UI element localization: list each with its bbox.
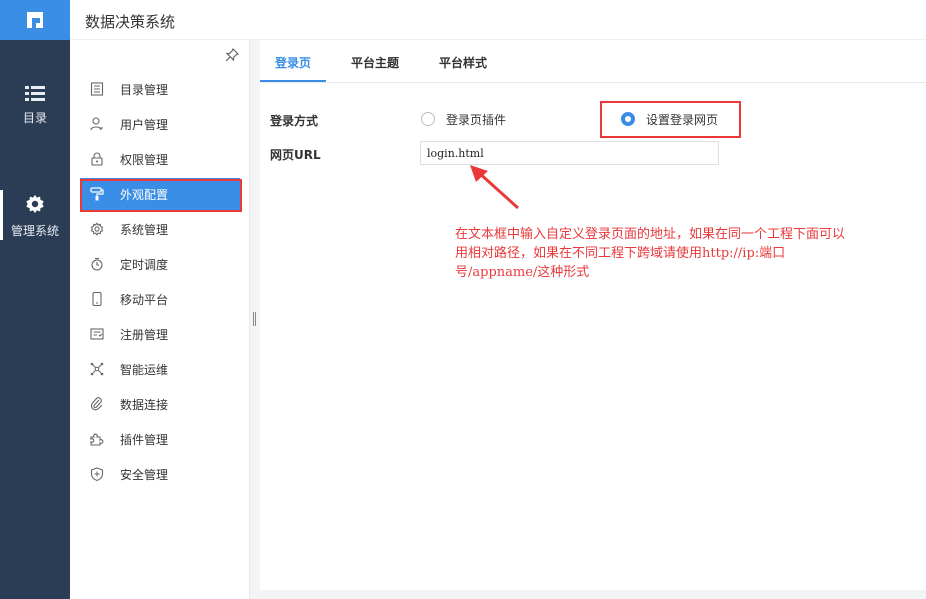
radio-login-plugin-label: 登录页插件 xyxy=(446,113,507,127)
top-bar: 数据决策系统 xyxy=(70,0,926,40)
tab-bar: 登录页 平台主题 平台样式 xyxy=(260,40,926,83)
catalog-icon xyxy=(88,80,106,98)
highlight-box-appearance xyxy=(80,179,242,212)
mobile-icon xyxy=(88,290,106,308)
sidebar-item-permissions[interactable]: 权限管理 xyxy=(80,143,240,175)
sidebar-item-label: 数据连接 xyxy=(120,397,169,412)
sidebar-item-catalog[interactable]: 目录管理 xyxy=(80,73,240,105)
tab-login-page[interactable]: 登录页 xyxy=(275,54,311,71)
app-rail: 目录 管理系统 xyxy=(0,0,70,599)
tab-platform-style[interactable]: 平台样式 xyxy=(439,54,487,71)
sidebar-item-schedule[interactable]: 定时调度 xyxy=(80,248,240,280)
gear-icon xyxy=(88,220,106,238)
sidebar-item-system[interactable]: 系统管理 xyxy=(80,213,240,245)
shield-icon xyxy=(88,465,106,483)
sidebar-item-plugins[interactable]: 插件管理 xyxy=(80,423,240,455)
sidebar-item-data-connection[interactable]: 数据连接 xyxy=(80,388,240,420)
sidebar-item-label: 用户管理 xyxy=(120,117,169,132)
sidebar-item-label: 安全管理 xyxy=(120,467,169,482)
sidebar-item-label: 权限管理 xyxy=(120,152,169,167)
url-label: 网页URL xyxy=(270,148,321,162)
sidebar: 目录管理 用户管理 权限管理 外观配置 系统管理 定时调度 移动平台 注册管理 … xyxy=(70,40,250,599)
gear-icon xyxy=(26,194,44,214)
sidebar-item-register[interactable]: 注册管理 xyxy=(80,318,240,350)
puzzle-icon xyxy=(88,430,106,448)
annotation-arrow-icon xyxy=(470,165,520,210)
sidebar-item-users[interactable]: 用户管理 xyxy=(80,108,240,140)
sidebar-item-label: 目录管理 xyxy=(120,82,169,97)
rail-item-label: 目录 xyxy=(22,111,47,125)
sidebar-item-label: 插件管理 xyxy=(120,432,169,447)
tab-platform-theme[interactable]: 平台主题 xyxy=(351,54,399,71)
rail-item-admin[interactable]: 管理系统 xyxy=(0,193,70,239)
logo-icon xyxy=(27,12,43,28)
rail-item-catalog[interactable]: 目录 xyxy=(0,84,70,126)
sidebar-item-security[interactable]: 安全管理 xyxy=(80,458,240,490)
app-title: 数据决策系统 xyxy=(85,13,176,31)
timer-icon xyxy=(88,255,106,273)
link-icon xyxy=(88,395,106,413)
sidebar-item-label: 智能运维 xyxy=(120,362,169,377)
sidebar-item-ops[interactable]: 智能运维 xyxy=(80,353,240,385)
sidebar-item-mobile[interactable]: 移动平台 xyxy=(80,283,240,315)
content-panel: 登录页 平台主题 平台样式 xyxy=(260,40,926,590)
lock-icon xyxy=(88,150,106,168)
radio-login-plugin[interactable] xyxy=(421,112,435,126)
pin-icon[interactable] xyxy=(225,48,239,62)
annotation-note: 在文本框中输入自定义登录页面的地址，如果在同一个工程下面可以用相对路径，如果在不… xyxy=(455,227,846,280)
sidebar-item-label: 定时调度 xyxy=(120,257,169,272)
app-logo[interactable] xyxy=(0,0,70,40)
resize-handle[interactable] xyxy=(253,312,256,326)
highlight-box-webpage-option xyxy=(600,101,741,138)
sidebar-item-label: 注册管理 xyxy=(120,327,169,342)
tab-active-indicator xyxy=(260,80,326,82)
user-icon xyxy=(88,115,106,133)
register-icon xyxy=(88,325,106,343)
login-method-label: 登录方式 xyxy=(270,114,319,128)
list-icon xyxy=(25,86,45,101)
sidebar-item-label: 系统管理 xyxy=(120,222,169,237)
sidebar-item-label: 移动平台 xyxy=(120,292,169,307)
network-icon xyxy=(88,360,106,378)
rail-item-label: 管理系统 xyxy=(10,224,59,238)
